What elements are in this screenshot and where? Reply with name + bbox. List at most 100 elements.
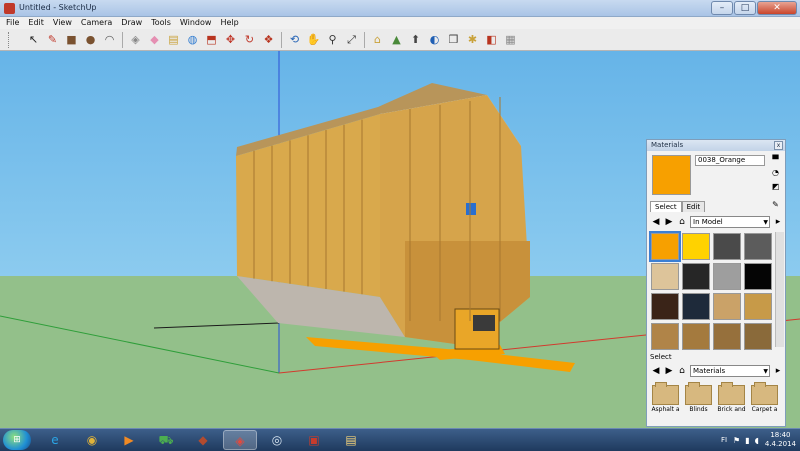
rotate-tool-icon[interactable]: ↻ xyxy=(242,32,257,47)
library-select[interactable]: In Model ▼ xyxy=(690,216,770,228)
farm-icon[interactable]: ▣ xyxy=(297,430,331,450)
arc-tool-icon[interactable]: ◠ xyxy=(102,32,117,47)
pan-tool-icon[interactable]: ✋ xyxy=(306,32,321,47)
tractor-icon[interactable]: ⛟ xyxy=(149,430,183,450)
material-swatch[interactable] xyxy=(649,231,681,262)
add-location-icon[interactable]: ⌂ xyxy=(370,32,385,47)
maximize-button[interactable]: □ xyxy=(734,1,756,15)
chrome-icon[interactable]: ◉ xyxy=(75,430,109,450)
material-swatch[interactable] xyxy=(682,263,710,290)
make-component-icon[interactable]: ◈ xyxy=(128,32,143,47)
pencil-line-tool-icon[interactable]: ✎ xyxy=(45,32,60,47)
flag-icon[interactable]: ⚑ xyxy=(733,436,740,445)
volume-icon[interactable]: ◖ xyxy=(755,436,759,445)
details-arrow-icon[interactable]: ▸ xyxy=(773,366,783,376)
material-swatch[interactable] xyxy=(744,293,772,320)
secondary-library-select[interactable]: Materials ▼ xyxy=(690,365,770,377)
sketchup-icon[interactable]: ◈ xyxy=(223,430,257,450)
network-icon[interactable]: ▮ xyxy=(745,436,749,445)
menu-window[interactable]: Window xyxy=(180,17,212,29)
folder-icon[interactable]: ▤ xyxy=(334,430,368,450)
default-material-icon[interactable]: ◩ xyxy=(770,181,781,192)
material-swatch[interactable] xyxy=(713,263,741,290)
rectangle-tool-icon[interactable]: ■ xyxy=(64,32,79,47)
folder-brick[interactable]: Brick and xyxy=(717,382,746,413)
push-pull-icon[interactable]: ⬒ xyxy=(204,32,219,47)
materials-title-text: Materials xyxy=(651,141,684,149)
close-button[interactable]: ✕ xyxy=(757,1,797,15)
material-swatch[interactable] xyxy=(713,293,741,320)
forward-arrow-icon[interactable]: ▶ xyxy=(664,366,674,376)
menu-view[interactable]: View xyxy=(53,17,72,29)
zoom-tool-icon[interactable]: ⚲ xyxy=(325,32,340,47)
material-swatch[interactable] xyxy=(651,323,679,350)
steam-icon[interactable]: ◎ xyxy=(260,430,294,450)
minimize-button[interactable]: – xyxy=(711,1,733,15)
material-name-field[interactable]: 0038_Orange xyxy=(695,155,765,166)
folder-carpet[interactable]: Carpet a xyxy=(750,382,779,413)
language-indicator[interactable]: FI xyxy=(721,436,727,444)
folder-icon xyxy=(718,382,745,405)
zoom-extents-icon[interactable]: ⤢ xyxy=(344,32,359,47)
menu-help[interactable]: Help xyxy=(220,17,238,29)
swatch-scrollbar[interactable] xyxy=(775,232,784,347)
start-button[interactable]: ⊞ xyxy=(3,430,31,450)
material-swatch[interactable] xyxy=(744,233,772,260)
extension-warehouse-icon[interactable]: ✱ xyxy=(465,32,480,47)
tab-edit[interactable]: Edit xyxy=(681,201,706,212)
material-swatch-grid xyxy=(649,231,773,350)
folder-blinds[interactable]: Blinds xyxy=(684,382,713,413)
offset-tool-icon[interactable]: ❖ xyxy=(261,32,276,47)
material-swatch[interactable] xyxy=(651,293,679,320)
sample-paint-icon[interactable]: ✎ xyxy=(770,199,781,210)
toggle-terrain-icon[interactable]: ▲ xyxy=(389,32,404,47)
material-swatch[interactable] xyxy=(713,233,741,260)
eraser-tool-icon[interactable]: ◆ xyxy=(147,32,162,47)
material-swatch[interactable] xyxy=(682,293,710,320)
preferences-icon[interactable]: ▦ xyxy=(503,32,518,47)
material-swatch[interactable] xyxy=(744,323,772,350)
tape-measure-icon[interactable]: ▤ xyxy=(166,32,181,47)
create-material-icon[interactable]: ◔ xyxy=(770,167,781,178)
send-to-layout-icon[interactable]: ◧ xyxy=(484,32,499,47)
menu-edit[interactable]: Edit xyxy=(28,17,44,29)
tab-select[interactable]: Select xyxy=(650,201,682,212)
material-swatch[interactable] xyxy=(682,233,710,260)
circle-tool-icon[interactable]: ● xyxy=(83,32,98,47)
component-icon[interactable]: ❒ xyxy=(446,32,461,47)
home-icon[interactable]: ⌂ xyxy=(677,217,687,227)
folder-icon xyxy=(652,382,679,405)
material-preview-swatch[interactable] xyxy=(652,155,691,195)
paint-bucket-icon[interactable]: ◍ xyxy=(185,32,200,47)
select-tool-icon[interactable]: ↖ xyxy=(26,32,41,47)
orbit-tool-icon[interactable]: ⟲ xyxy=(287,32,302,47)
menu-tools[interactable]: Tools xyxy=(151,17,171,29)
menu-draw[interactable]: Draw xyxy=(121,17,142,29)
material-swatch[interactable] xyxy=(651,263,679,290)
details-arrow-icon[interactable]: ▸ xyxy=(773,217,783,227)
material-swatch[interactable] xyxy=(682,323,710,350)
material-swatch[interactable] xyxy=(713,323,741,350)
move-tool-icon[interactable]: ✥ xyxy=(223,32,238,47)
menu-camera[interactable]: Camera xyxy=(81,17,112,29)
back-arrow-icon[interactable]: ◀ xyxy=(651,217,661,227)
toolbar-grip[interactable] xyxy=(8,32,11,48)
window-controls: – □ ✕ xyxy=(711,1,797,15)
material-swatch[interactable] xyxy=(744,263,772,290)
media-player-icon[interactable]: ▶ xyxy=(112,430,146,450)
folder-asphalt[interactable]: Asphalt a xyxy=(651,382,680,413)
system-tray: FI ⚑ ▮ ◖ 18:40 4.4.2014 xyxy=(721,431,796,449)
ie-icon[interactable]: e xyxy=(38,430,72,450)
display-secondary-icon[interactable]: ▀ xyxy=(770,154,781,165)
forward-arrow-icon[interactable]: ▶ xyxy=(664,217,674,227)
menu-file[interactable]: File xyxy=(6,17,19,29)
back-arrow-icon[interactable]: ◀ xyxy=(651,366,661,376)
toolbar-separator xyxy=(364,31,365,48)
clock[interactable]: 18:40 4.4.2014 xyxy=(765,431,796,449)
sketchup-app-icon[interactable] xyxy=(4,3,15,14)
materials-close-button[interactable]: x xyxy=(774,141,783,150)
game-icon[interactable]: ◆ xyxy=(186,430,220,450)
home-icon[interactable]: ⌂ xyxy=(677,366,687,376)
share-model-icon[interactable]: ◐ xyxy=(427,32,442,47)
get-models-icon[interactable]: ⬆ xyxy=(408,32,423,47)
